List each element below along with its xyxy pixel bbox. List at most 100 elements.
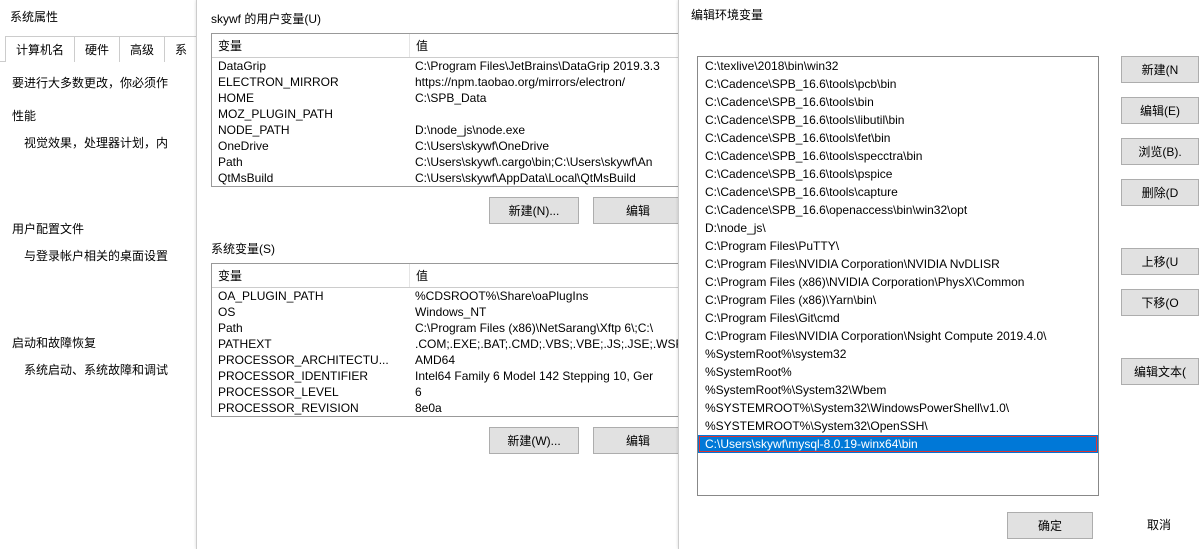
cell-val: C:\Program Files (x86)\NetSarang\Xftp 6\… (409, 320, 682, 336)
cell-val: C:\Users\skywf\AppData\Local\QtMsBuild (409, 170, 682, 186)
movedown-button[interactable]: 下移(O (1121, 289, 1199, 316)
edit-button[interactable]: 编辑(E) (1121, 97, 1199, 124)
path-item[interactable]: C:\Cadence\SPB_16.6\tools\pcb\bin (698, 75, 1098, 93)
group-startup-desc: 系统启动、系统故障和调试 (24, 359, 198, 382)
delete-button[interactable]: 删除(D (1121, 179, 1199, 206)
table-row[interactable]: NODE_PATHD:\node_js\node.exe (212, 122, 682, 138)
ok-cancel-row: 确定 取消 (1007, 512, 1200, 539)
cell-val (409, 106, 682, 122)
path-item[interactable]: C:\Cadence\SPB_16.6\tools\specctra\bin (698, 147, 1098, 165)
path-item[interactable]: C:\Cadence\SPB_16.6\openaccess\bin\win32… (698, 201, 1098, 219)
cell-var: DataGrip (212, 58, 409, 74)
user-vars-list[interactable]: 变量 值 DataGripC:\Program Files\JetBrains\… (211, 33, 683, 187)
user-edit-button[interactable]: 编辑 (593, 197, 683, 224)
path-item[interactable]: C:\Program Files\NVIDIA Corporation\Nsig… (698, 327, 1098, 345)
path-item[interactable]: C:\Cadence\SPB_16.6\tools\fet\bin (698, 129, 1098, 147)
table-row[interactable]: PROCESSOR_IDENTIFIERIntel64 Family 6 Mod… (212, 368, 682, 384)
group-userprofile-desc: 与登录帐户相关的桌面设置 (24, 245, 198, 268)
sys-edit-button[interactable]: 编辑 (593, 427, 683, 454)
path-item[interactable]: D:\node_js\ (698, 219, 1098, 237)
new-button[interactable]: 新建(N (1121, 56, 1199, 83)
cell-val: 8e0a (409, 400, 682, 416)
tab-content: 要进行大多数更改，你必须作 性能 视觉效果，处理器计划，内 用户配置文件 与登录… (0, 62, 210, 396)
table-row[interactable]: DataGripC:\Program Files\JetBrains\DataG… (212, 58, 682, 74)
table-row[interactable]: PATHEXT.COM;.EXE;.BAT;.CMD;.VBS;.VBE;.JS… (212, 336, 682, 352)
table-row[interactable]: PROCESSOR_REVISION8e0a (212, 400, 682, 416)
path-item[interactable]: %SYSTEMROOT%\System32\WindowsPowerShell\… (698, 399, 1098, 417)
cell-val: D:\node_js\node.exe (409, 122, 682, 138)
edittext-button[interactable]: 编辑文本( (1121, 358, 1199, 385)
sys-new-button[interactable]: 新建(W)... (489, 427, 579, 454)
cell-val: https://npm.taobao.org/mirrors/electron/ (409, 74, 682, 90)
header-val: 值 (410, 264, 682, 287)
user-new-button[interactable]: 新建(N)... (489, 197, 579, 224)
cell-val: AMD64 (409, 352, 682, 368)
group-performance: 性能 (12, 105, 198, 128)
ok-button[interactable]: 确定 (1007, 512, 1093, 539)
cell-val: C:\Program Files\JetBrains\DataGrip 2019… (409, 58, 682, 74)
cell-val: C:\SPB_Data (409, 90, 682, 106)
path-item[interactable]: %SYSTEMROOT%\System32\OpenSSH\ (698, 417, 1098, 435)
cell-val: 6 (409, 384, 682, 400)
cell-val: .COM;.EXE;.BAT;.CMD;.VBS;.VBE;.JS;.JSE;.… (409, 336, 682, 352)
cell-var: PROCESSOR_ARCHITECTU... (212, 352, 409, 368)
table-row[interactable]: OA_PLUGIN_PATH%CDSROOT%\Share\oaPlugIns (212, 288, 682, 304)
path-item[interactable]: C:\Program Files (x86)\Yarn\bin\ (698, 291, 1098, 309)
cell-var: HOME (212, 90, 409, 106)
table-row[interactable]: PathC:\Program Files (x86)\NetSarang\Xft… (212, 320, 682, 336)
window-title: 编辑环境变量 (679, 0, 1200, 33)
table-row[interactable]: PROCESSOR_LEVEL6 (212, 384, 682, 400)
group-startup: 启动和故障恢复 (12, 332, 198, 355)
table-row[interactable]: QtMsBuildC:\Users\skywf\AppData\Local\Qt… (212, 170, 682, 186)
edit-environment-variable-window: 编辑环境变量 C:\texlive\2018\bin\win32C:\Caden… (678, 0, 1200, 549)
table-row[interactable]: PROCESSOR_ARCHITECTU...AMD64 (212, 352, 682, 368)
tab-computer-name[interactable]: 计算机名 (5, 36, 75, 62)
cell-val: C:\Users\skywf\OneDrive (409, 138, 682, 154)
browse-button[interactable]: 浏览(B). (1121, 138, 1199, 165)
table-row[interactable]: MOZ_PLUGIN_PATH (212, 106, 682, 122)
table-row[interactable]: OSWindows_NT (212, 304, 682, 320)
header-var: 变量 (212, 34, 410, 57)
path-item[interactable]: %SystemRoot% (698, 363, 1098, 381)
path-item[interactable]: C:\Users\skywf\mysql-8.0.19-winx64\bin (698, 435, 1098, 453)
tabstrip: 计算机名 硬件 高级 系 (0, 35, 210, 62)
sys-vars-list[interactable]: 变量 值 OA_PLUGIN_PATH%CDSROOT%\Share\oaPlu… (211, 263, 683, 417)
cell-var: OS (212, 304, 409, 320)
path-item[interactable]: %SystemRoot%\system32 (698, 345, 1098, 363)
moveup-button[interactable]: 上移(U (1121, 248, 1199, 275)
cell-val: %CDSROOT%\Share\oaPlugIns (409, 288, 682, 304)
path-item[interactable]: C:\Program Files\PuTTY\ (698, 237, 1098, 255)
header-var: 变量 (212, 264, 410, 287)
path-item[interactable]: C:\Program Files (x86)\NVIDIA Corporatio… (698, 273, 1098, 291)
path-item[interactable]: C:\Program Files\Git\cmd (698, 309, 1098, 327)
path-item[interactable]: %SystemRoot%\System32\Wbem (698, 381, 1098, 399)
path-item[interactable]: C:\Program Files\NVIDIA Corporation\NVID… (698, 255, 1098, 273)
cell-var: PROCESSOR_LEVEL (212, 384, 409, 400)
cell-var: PATHEXT (212, 336, 409, 352)
cell-var: PROCESSOR_IDENTIFIER (212, 368, 409, 384)
table-row[interactable]: HOMEC:\SPB_Data (212, 90, 682, 106)
environment-variables-window: skywf 的用户变量(U) 变量 值 DataGripC:\Program F… (196, 0, 698, 549)
path-item[interactable]: C:\Cadence\SPB_16.6\tools\capture (698, 183, 1098, 201)
header-val: 值 (410, 34, 682, 57)
cell-var: OneDrive (212, 138, 409, 154)
tab-hardware[interactable]: 硬件 (74, 36, 120, 62)
list-header: 变量 值 (212, 34, 682, 58)
list-header: 变量 值 (212, 264, 682, 288)
path-item[interactable]: C:\texlive\2018\bin\win32 (698, 57, 1098, 75)
tab-truncated[interactable]: 系 (164, 36, 198, 62)
path-listbox[interactable]: C:\texlive\2018\bin\win32C:\Cadence\SPB_… (697, 56, 1099, 496)
tab-advanced[interactable]: 高级 (119, 36, 165, 62)
table-row[interactable]: OneDriveC:\Users\skywf\OneDrive (212, 138, 682, 154)
path-item[interactable]: C:\Cadence\SPB_16.6\tools\pspice (698, 165, 1098, 183)
path-item[interactable]: C:\Cadence\SPB_16.6\tools\libutil\bin (698, 111, 1098, 129)
sys-vars-title: 系统变量(S) (197, 230, 697, 263)
user-vars-title: skywf 的用户变量(U) (197, 0, 697, 33)
cell-val: C:\Users\skywf\.cargo\bin;C:\Users\skywf… (409, 154, 682, 170)
cancel-button[interactable]: 取消 (1117, 512, 1200, 539)
cell-var: PROCESSOR_REVISION (212, 400, 409, 416)
table-row[interactable]: PathC:\Users\skywf\.cargo\bin;C:\Users\s… (212, 154, 682, 170)
table-row[interactable]: ELECTRON_MIRRORhttps://npm.taobao.org/mi… (212, 74, 682, 90)
path-item[interactable]: C:\Cadence\SPB_16.6\tools\bin (698, 93, 1098, 111)
system-properties-window: 系统属性 计算机名 硬件 高级 系 要进行大多数更改，你必须作 性能 视觉效果，… (0, 0, 211, 549)
